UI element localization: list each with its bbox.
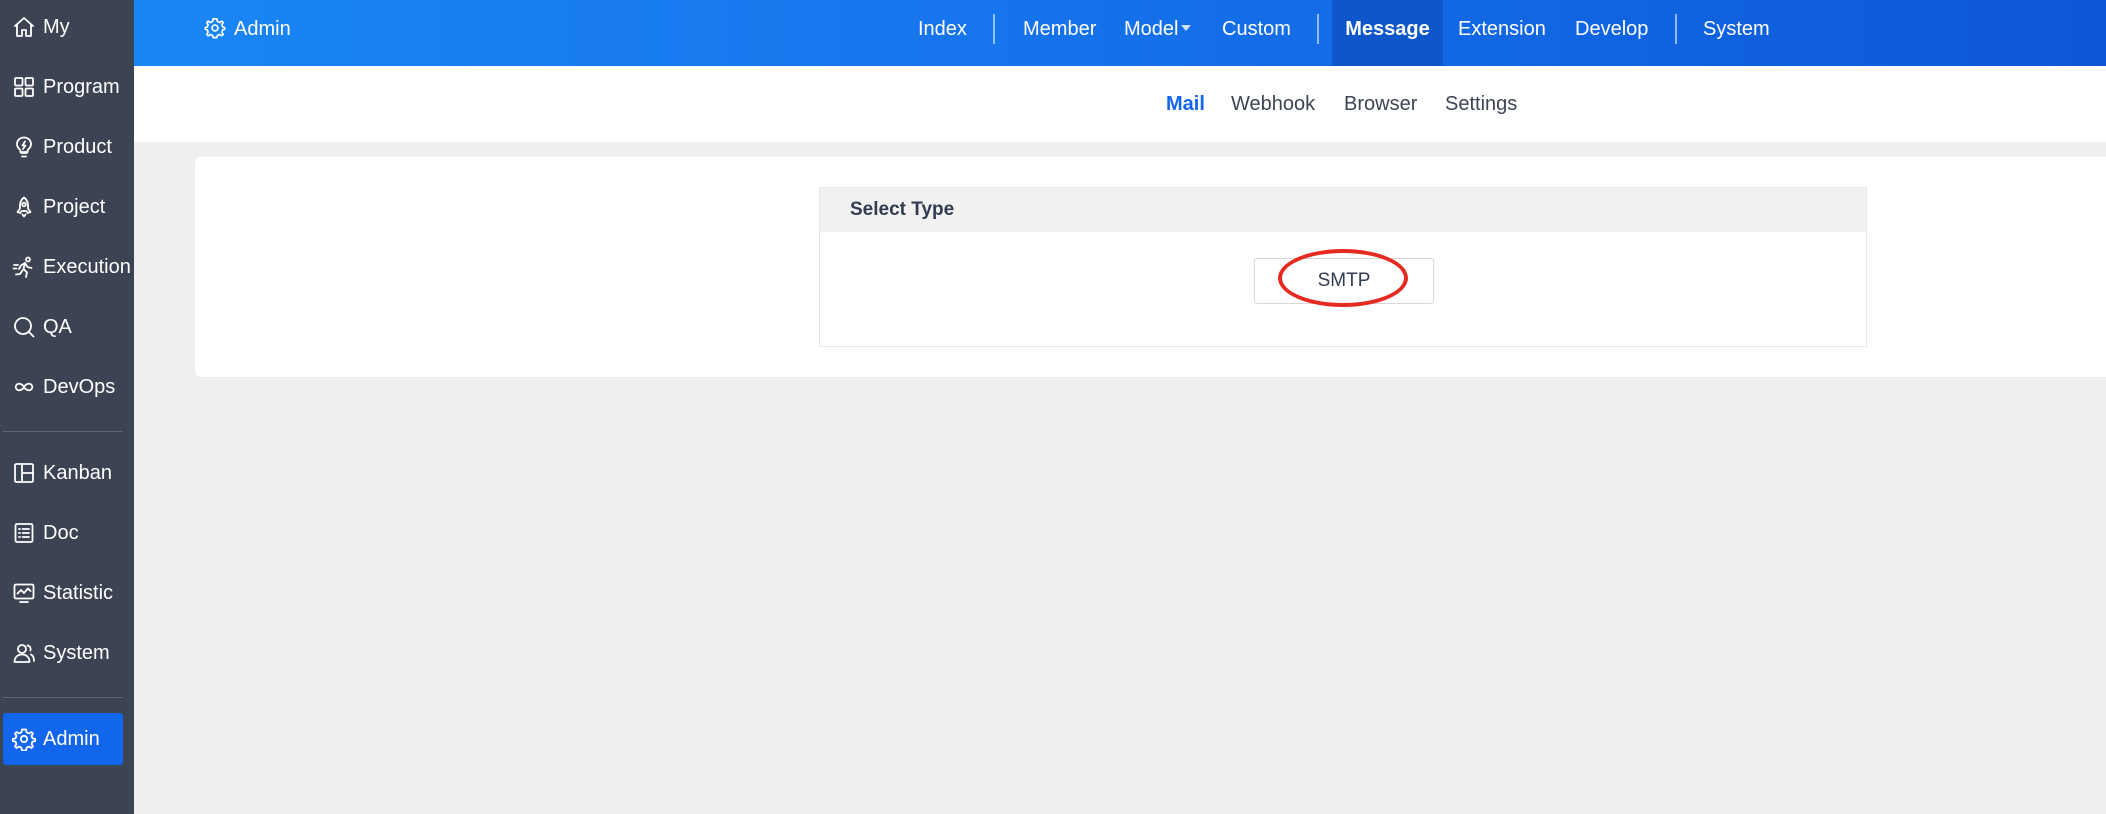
sidebar-item-statistic[interactable]: Statistic xyxy=(3,567,123,619)
kanban-icon xyxy=(11,460,37,486)
sidebar-item-label: Kanban xyxy=(43,461,112,484)
nav-model-label: Model xyxy=(1124,18,1179,40)
nav-member[interactable]: Member xyxy=(1023,0,1096,58)
gear-icon xyxy=(11,726,37,752)
subnav-webhook[interactable]: Webhook xyxy=(1231,66,1315,142)
users-icon xyxy=(11,640,37,666)
gear-icon xyxy=(204,17,228,41)
nav-system[interactable]: System xyxy=(1703,0,1770,58)
sidebar-item-my[interactable]: My xyxy=(3,1,123,53)
smtp-button[interactable]: SMTP xyxy=(1254,258,1434,304)
sidebar-item-label: Statistic xyxy=(43,581,114,604)
sub-navigation: Mail Webhook Browser Settings xyxy=(134,66,2106,142)
nav-develop[interactable]: Develop xyxy=(1575,0,1648,58)
bulb-icon xyxy=(11,134,37,160)
run-icon xyxy=(11,254,37,280)
left-sidebar: My Program Product Project Execution QA xyxy=(0,0,134,814)
sidebar-item-system[interactable]: System xyxy=(3,627,123,679)
sidebar-item-qa[interactable]: QA xyxy=(3,301,123,353)
nav-extension[interactable]: Extension xyxy=(1458,0,1546,58)
nav-message[interactable]: Message xyxy=(1332,0,1443,66)
sidebar-item-project[interactable]: Project xyxy=(3,181,123,233)
qa-icon xyxy=(11,314,37,340)
panel-title: Select Type xyxy=(820,188,1866,232)
sidebar-item-devops[interactable]: DevOps xyxy=(3,361,123,413)
sidebar-divider xyxy=(3,697,123,698)
sidebar-item-label: Project xyxy=(43,195,106,218)
nav-separator xyxy=(993,14,995,44)
sidebar-item-doc[interactable]: Doc xyxy=(3,507,123,559)
sidebar-item-label: Product xyxy=(43,135,112,158)
sidebar-item-label: Admin xyxy=(43,727,100,750)
sidebar-item-label: DevOps xyxy=(43,375,116,398)
header-app-label[interactable]: Admin xyxy=(204,0,291,58)
home-icon xyxy=(11,14,37,40)
sidebar-item-label: Program xyxy=(43,75,120,98)
sidebar-item-label: Doc xyxy=(43,521,79,544)
chevron-down-icon xyxy=(1181,25,1192,32)
rocket-icon xyxy=(11,194,37,220)
nav-model[interactable]: Model xyxy=(1124,0,1192,58)
nav-separator xyxy=(1317,14,1319,44)
infinity-icon xyxy=(11,374,37,400)
subnav-settings[interactable]: Settings xyxy=(1445,66,1517,142)
chart-icon xyxy=(11,580,37,606)
header-app-title: Admin xyxy=(234,17,291,40)
top-header: Admin Index Member Model Custom Message … xyxy=(134,0,2106,66)
subnav-browser[interactable]: Browser xyxy=(1344,66,1417,142)
nav-separator xyxy=(1675,14,1677,44)
select-type-panel: Select Type SMTP xyxy=(819,187,1867,347)
grid-icon xyxy=(11,74,37,100)
doc-icon xyxy=(11,520,37,546)
subnav-mail[interactable]: Mail xyxy=(1166,66,1205,142)
sidebar-item-label: System xyxy=(43,641,110,664)
sidebar-item-program[interactable]: Program xyxy=(3,61,123,113)
sidebar-item-admin[interactable]: Admin xyxy=(3,713,123,765)
nav-index[interactable]: Index xyxy=(918,0,967,58)
sidebar-item-execution[interactable]: Execution xyxy=(3,241,131,293)
sidebar-item-label: QA xyxy=(43,315,72,338)
sidebar-item-kanban[interactable]: Kanban xyxy=(3,447,123,499)
sidebar-item-product[interactable]: Product xyxy=(3,121,123,173)
sidebar-divider xyxy=(3,431,123,432)
sidebar-item-label: Execution xyxy=(43,255,131,278)
sidebar-item-label: My xyxy=(43,15,70,38)
nav-custom[interactable]: Custom xyxy=(1222,0,1291,58)
